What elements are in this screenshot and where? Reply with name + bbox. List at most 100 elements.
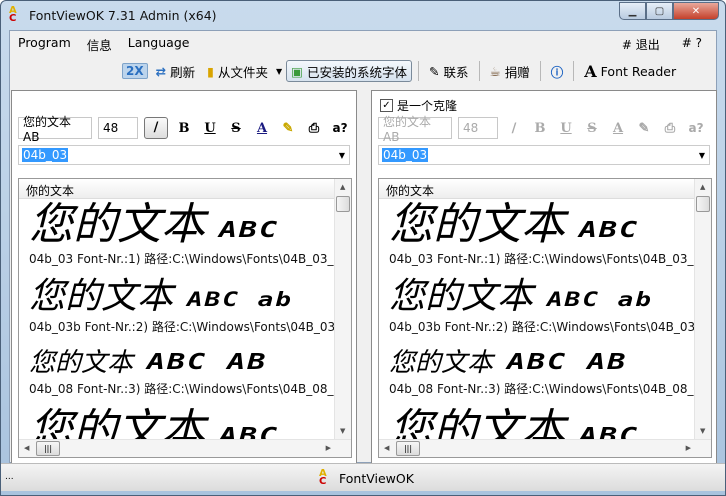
donate-label: 捐赠 bbox=[504, 64, 530, 80]
from-folder-dropdown-icon[interactable]: ▼ bbox=[276, 67, 282, 76]
font-preview: 您的文本 ABC bbox=[29, 203, 335, 247]
scroll-thumb[interactable]: ||| bbox=[36, 441, 60, 456]
scroll-down-icon[interactable]: ▼ bbox=[340, 427, 345, 435]
font-preview: 您的文本 ABC AB bbox=[389, 347, 695, 377]
scroll-left-icon[interactable]: ◀ bbox=[384, 444, 389, 452]
scroll-left-icon[interactable]: ◀ bbox=[24, 444, 29, 452]
preview-chinese: 您的文本 bbox=[389, 348, 494, 378]
vertical-scrollbar[interactable]: ▲ ▼ bbox=[334, 179, 351, 439]
refresh-button[interactable]: ⇄ 刷新 bbox=[152, 60, 200, 82]
preview-latin: ABC AB bbox=[507, 348, 628, 375]
italic-button[interactable]: / bbox=[144, 117, 168, 139]
checkbox-icon: ✓ bbox=[380, 99, 393, 112]
chevron-down-icon[interactable]: ▼ bbox=[339, 151, 345, 160]
font-preview: 您的文本 ABC bbox=[389, 409, 695, 440]
font-color-icon[interactable]: A bbox=[252, 121, 272, 136]
sample-text-input[interactable]: 您的文本 AB bbox=[378, 115, 452, 144]
title-bar: AC FontViewOK 7.31 Admin (x64) bbox=[9, 1, 217, 29]
font-select-value: 04b_03 bbox=[22, 148, 69, 162]
preview-chinese: 您的文本 bbox=[389, 276, 534, 317]
sample-text-input[interactable]: 您的文本 AB bbox=[18, 115, 92, 144]
strikethrough-button[interactable]: S bbox=[582, 121, 602, 136]
font-caption: 04b_03 Font-Nr.:1) 路径:C:\Windows\Fonts\0… bbox=[389, 252, 694, 266]
preview-latin: ABC AB bbox=[147, 348, 268, 375]
status-text: FontViewOK bbox=[339, 470, 414, 486]
format-toolbar: 您的文本 AB 48 / B U S A ✎ ⎙ a? bbox=[18, 115, 350, 144]
menu-help[interactable]: # ? bbox=[682, 36, 702, 53]
preview-latin: ABC bbox=[219, 216, 280, 243]
scroll-up-icon[interactable]: ▲ bbox=[340, 183, 345, 191]
highlight-pen-icon[interactable]: ✎ bbox=[634, 121, 654, 136]
bold-button[interactable]: B bbox=[530, 121, 550, 136]
font-reader-label: Font Reader bbox=[600, 63, 677, 79]
separator bbox=[418, 61, 419, 81]
font-list-item[interactable]: 您的文本 ABC bbox=[29, 409, 335, 440]
font-caption: 04b_03b Font-Nr.:2) 路径:C:\Windows\Fonts\… bbox=[389, 320, 695, 334]
menu-program[interactable]: Program bbox=[18, 35, 71, 54]
strikethrough-button[interactable]: S bbox=[226, 121, 246, 136]
font-list-item[interactable]: 您的文本 ABC bbox=[389, 409, 695, 440]
scroll-right-icon[interactable]: ▶ bbox=[326, 444, 331, 452]
font-preview: 您的文本 ABC AB bbox=[29, 347, 335, 377]
right-font-panel: ✓ 是一个克隆 您的文本 AB 48 / B U S A ✎ ⎙ a? 04b_0… bbox=[371, 90, 717, 464]
chevron-down-icon[interactable]: ▼ bbox=[699, 151, 705, 160]
status-dots: ... bbox=[5, 472, 14, 482]
underline-button[interactable]: U bbox=[556, 121, 576, 136]
info-button[interactable]: ⓘ bbox=[547, 60, 568, 82]
scroll-down-icon[interactable]: ▼ bbox=[700, 427, 705, 435]
scroll-right-icon[interactable]: ▶ bbox=[686, 444, 691, 452]
app-icon: AC bbox=[319, 468, 327, 487]
installed-fonts-button[interactable]: ▣ 已安装的系统字体 bbox=[286, 60, 412, 82]
font-list-item[interactable]: 您的文本 ABC 04b_03 Font-Nr.:1) 路径:C:\Windows… bbox=[389, 203, 695, 267]
font-size-input[interactable]: 48 bbox=[98, 117, 138, 139]
minimize-button[interactable]: ▁ bbox=[619, 2, 646, 20]
scroll-up-icon[interactable]: ▲ bbox=[700, 183, 705, 191]
font-select[interactable]: 04b_03 ▼ bbox=[378, 145, 710, 165]
font-info-button[interactable]: a? bbox=[330, 121, 350, 135]
underline-button[interactable]: U bbox=[200, 121, 220, 136]
horizontal-scrollbar[interactable]: ◀ ||| ▶ bbox=[379, 439, 711, 457]
window-title: FontViewOK 7.31 Admin (x64) bbox=[29, 7, 217, 23]
vertical-scrollbar[interactable]: ▲ ▼ bbox=[694, 179, 711, 439]
highlight-pen-icon[interactable]: ✎ bbox=[278, 121, 298, 136]
is-clone-checkbox[interactable]: ✓ 是一个克隆 bbox=[380, 97, 457, 114]
font-info-button[interactable]: a? bbox=[686, 121, 706, 135]
italic-button[interactable]: / bbox=[504, 121, 524, 136]
font-list: 你的文本 您的文本 ABC 04b_03 Font-Nr.:1) 路径:C:\Wi… bbox=[378, 178, 712, 458]
donate-button[interactable]: ☕ 捐赠 bbox=[486, 60, 534, 82]
toolbar: 2X ⇄ 刷新 ▮ 从文件夹 ▼ ▣ 已安装的系统字体 ✎ 联系 ☕ 捐赠 ⓘ A Font… bbox=[122, 59, 680, 83]
font-list-item[interactable]: 您的文本 ABC AB 04b_08 Font-Nr.:3) 路径:C:\Wind… bbox=[29, 347, 335, 397]
preview-chinese: 您的文本 bbox=[29, 199, 205, 250]
close-button[interactable]: ✕ bbox=[673, 2, 719, 20]
contact-label: 联系 bbox=[443, 64, 469, 80]
from-folder-button[interactable]: ▮ 从文件夹 bbox=[203, 60, 272, 82]
list-header: 你的文本 bbox=[19, 179, 351, 199]
zoom-2x-button[interactable]: 2X bbox=[122, 63, 148, 79]
contact-button[interactable]: ✎ 联系 bbox=[425, 60, 473, 82]
installed-fonts-icon: ▣ bbox=[291, 63, 303, 79]
horizontal-scrollbar[interactable]: ◀ ||| ▶ bbox=[19, 439, 351, 457]
font-size-input[interactable]: 48 bbox=[458, 117, 498, 139]
menu-exit[interactable]: # 退出 bbox=[622, 36, 660, 53]
app-icon: AC bbox=[9, 5, 17, 24]
maximize-button[interactable]: ▢ bbox=[646, 2, 673, 20]
scroll-thumb[interactable]: ||| bbox=[396, 441, 420, 456]
font-list-item[interactable]: 您的文本 ABC 04b_03 Font-Nr.:1) 路径:C:\Windows… bbox=[29, 203, 335, 267]
bold-button[interactable]: B bbox=[174, 121, 194, 136]
print-icon[interactable]: ⎙ bbox=[304, 121, 324, 136]
scroll-thumb[interactable] bbox=[696, 196, 710, 212]
font-select[interactable]: 04b_03 ▼ bbox=[18, 145, 350, 165]
font-list-item[interactable]: 您的文本 ABC AB 04b_08 Font-Nr.:3) 路径:C:\Wind… bbox=[389, 347, 695, 397]
font-reader-button[interactable]: A Font Reader bbox=[580, 60, 680, 82]
font-color-icon[interactable]: A bbox=[608, 121, 628, 136]
scroll-thumb[interactable] bbox=[336, 196, 350, 212]
print-icon[interactable]: ⎙ bbox=[660, 121, 680, 136]
font-list-item[interactable]: 您的文本 ABC ab 04b_03b Font-Nr.:2) 路径:C:\Win… bbox=[29, 279, 335, 335]
font-list-item[interactable]: 您的文本 ABC ab 04b_03b Font-Nr.:2) 路径:C:\Win… bbox=[389, 279, 695, 335]
menu-language[interactable]: Language bbox=[128, 35, 190, 54]
font-caption: 04b_08 Font-Nr.:3) 路径:C:\Windows\Fonts\0… bbox=[29, 382, 334, 396]
menu-info[interactable]: 信息 bbox=[87, 35, 112, 54]
font-caption: 04b_03b Font-Nr.:2) 路径:C:\Windows\Fonts\… bbox=[29, 320, 335, 334]
app-window: AC FontViewOK 7.31 Admin (x64) ▁ ▢ ✕ Pro… bbox=[0, 0, 726, 496]
is-clone-label: 是一个克隆 bbox=[397, 99, 458, 113]
